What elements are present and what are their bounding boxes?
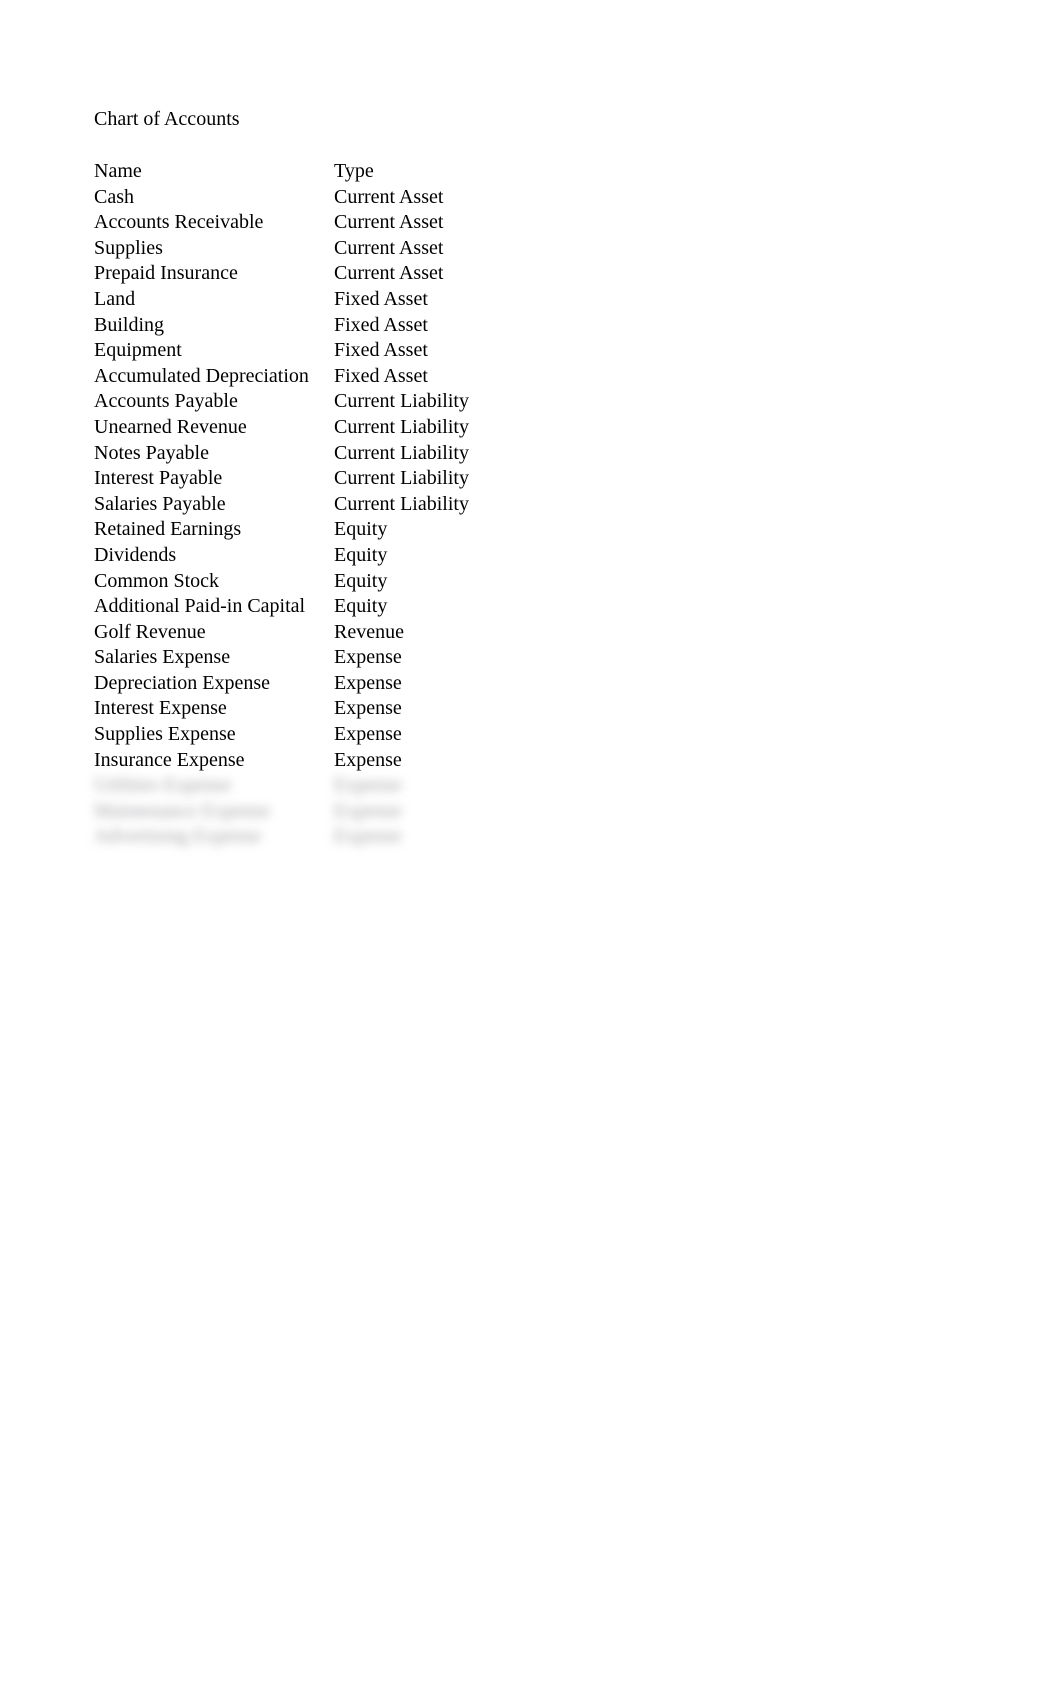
table-row: Golf Revenue Revenue [94,620,1062,646]
cell-name: Prepaid Insurance [94,261,334,287]
table-row: Interest Expense Expense [94,696,1062,722]
table-row: Common Stock Equity [94,569,1062,595]
cell-name: Advertising Expense [94,824,334,850]
cell-type: Fixed Asset [334,313,534,339]
table-row: Insurance Expense Expense [94,748,1062,774]
table-row: Salaries Payable Current Liability [94,492,1062,518]
cell-type: Current Liability [334,466,534,492]
cell-name: Dividends [94,543,334,569]
cell-type: Current Asset [334,261,534,287]
table-row: Supplies Expense Expense [94,722,1062,748]
cell-name: Accounts Receivable [94,210,334,236]
table-row: Dividends Equity [94,543,1062,569]
cell-name: Salaries Expense [94,645,334,671]
cell-type: Current Asset [334,210,534,236]
cell-type: Fixed Asset [334,338,534,364]
table-row: Additional Paid-in Capital Equity [94,594,1062,620]
cell-name: Cash [94,185,334,211]
cell-type: Current Liability [334,441,534,467]
cell-name: Interest Expense [94,696,334,722]
cell-name: Salaries Payable [94,492,334,518]
cell-type: Current Asset [334,185,534,211]
cell-type: Expense [334,671,534,697]
cell-type: Current Liability [334,389,534,415]
cell-name: Building [94,313,334,339]
cell-name: Interest Payable [94,466,334,492]
cell-type: Expense [334,773,534,799]
cell-type: Current Asset [334,236,534,262]
cell-type: Expense [334,748,534,774]
cell-type: Fixed Asset [334,364,534,390]
cell-name: Common Stock [94,569,334,595]
table-row: Unearned Revenue Current Liability [94,415,1062,441]
table-row: Depreciation Expense Expense [94,671,1062,697]
table-header-row: Name Type [94,159,1062,185]
cell-type: Expense [334,696,534,722]
cell-name: Notes Payable [94,441,334,467]
cell-name: Insurance Expense [94,748,334,774]
cell-name: Retained Earnings [94,517,334,543]
document-page: Chart of Accounts Name Type Cash Current… [0,0,1062,850]
cell-name: Utilities Expense [94,773,334,799]
cell-type: Equity [334,594,534,620]
cell-name: Land [94,287,334,313]
cell-type: Expense [334,645,534,671]
cell-type: Expense [334,824,534,850]
cell-type: Expense [334,799,534,825]
cell-type: Equity [334,569,534,595]
cell-name: Equipment [94,338,334,364]
table-row: Notes Payable Current Liability [94,441,1062,467]
header-type: Type [334,159,534,185]
table-row-blurred: Utilities Expense Expense [94,773,1062,799]
table-row: Land Fixed Asset [94,287,1062,313]
cell-name: Golf Revenue [94,620,334,646]
cell-type: Fixed Asset [334,287,534,313]
table-row: Accounts Payable Current Liability [94,389,1062,415]
cell-name: Supplies Expense [94,722,334,748]
cell-name: Additional Paid-in Capital [94,594,334,620]
table-row: Salaries Expense Expense [94,645,1062,671]
cell-name: Supplies [94,236,334,262]
table-row: Accounts Receivable Current Asset [94,210,1062,236]
table-row: Accumulated Depreciation Fixed Asset [94,364,1062,390]
page-title: Chart of Accounts [94,108,1062,131]
cell-type: Revenue [334,620,534,646]
table-row: Prepaid Insurance Current Asset [94,261,1062,287]
table-row: Building Fixed Asset [94,313,1062,339]
cell-type: Equity [334,543,534,569]
table-row-blurred: Advertising Expense Expense [94,824,1062,850]
cell-name: Accumulated Depreciation [94,364,334,390]
cell-name: Depreciation Expense [94,671,334,697]
table-row-blurred: Maintenance Expense Expense [94,799,1062,825]
cell-type: Current Liability [334,415,534,441]
table-row: Equipment Fixed Asset [94,338,1062,364]
cell-type: Current Liability [334,492,534,518]
table-row: Retained Earnings Equity [94,517,1062,543]
table-row: Interest Payable Current Liability [94,466,1062,492]
cell-name: Maintenance Expense [94,799,334,825]
table-row: Supplies Current Asset [94,236,1062,262]
cell-type: Expense [334,722,534,748]
cell-name: Accounts Payable [94,389,334,415]
table-row: Cash Current Asset [94,185,1062,211]
accounts-table: Name Type Cash Current Asset Accounts Re… [94,159,1062,850]
cell-name: Unearned Revenue [94,415,334,441]
header-name: Name [94,159,334,185]
cell-type: Equity [334,517,534,543]
